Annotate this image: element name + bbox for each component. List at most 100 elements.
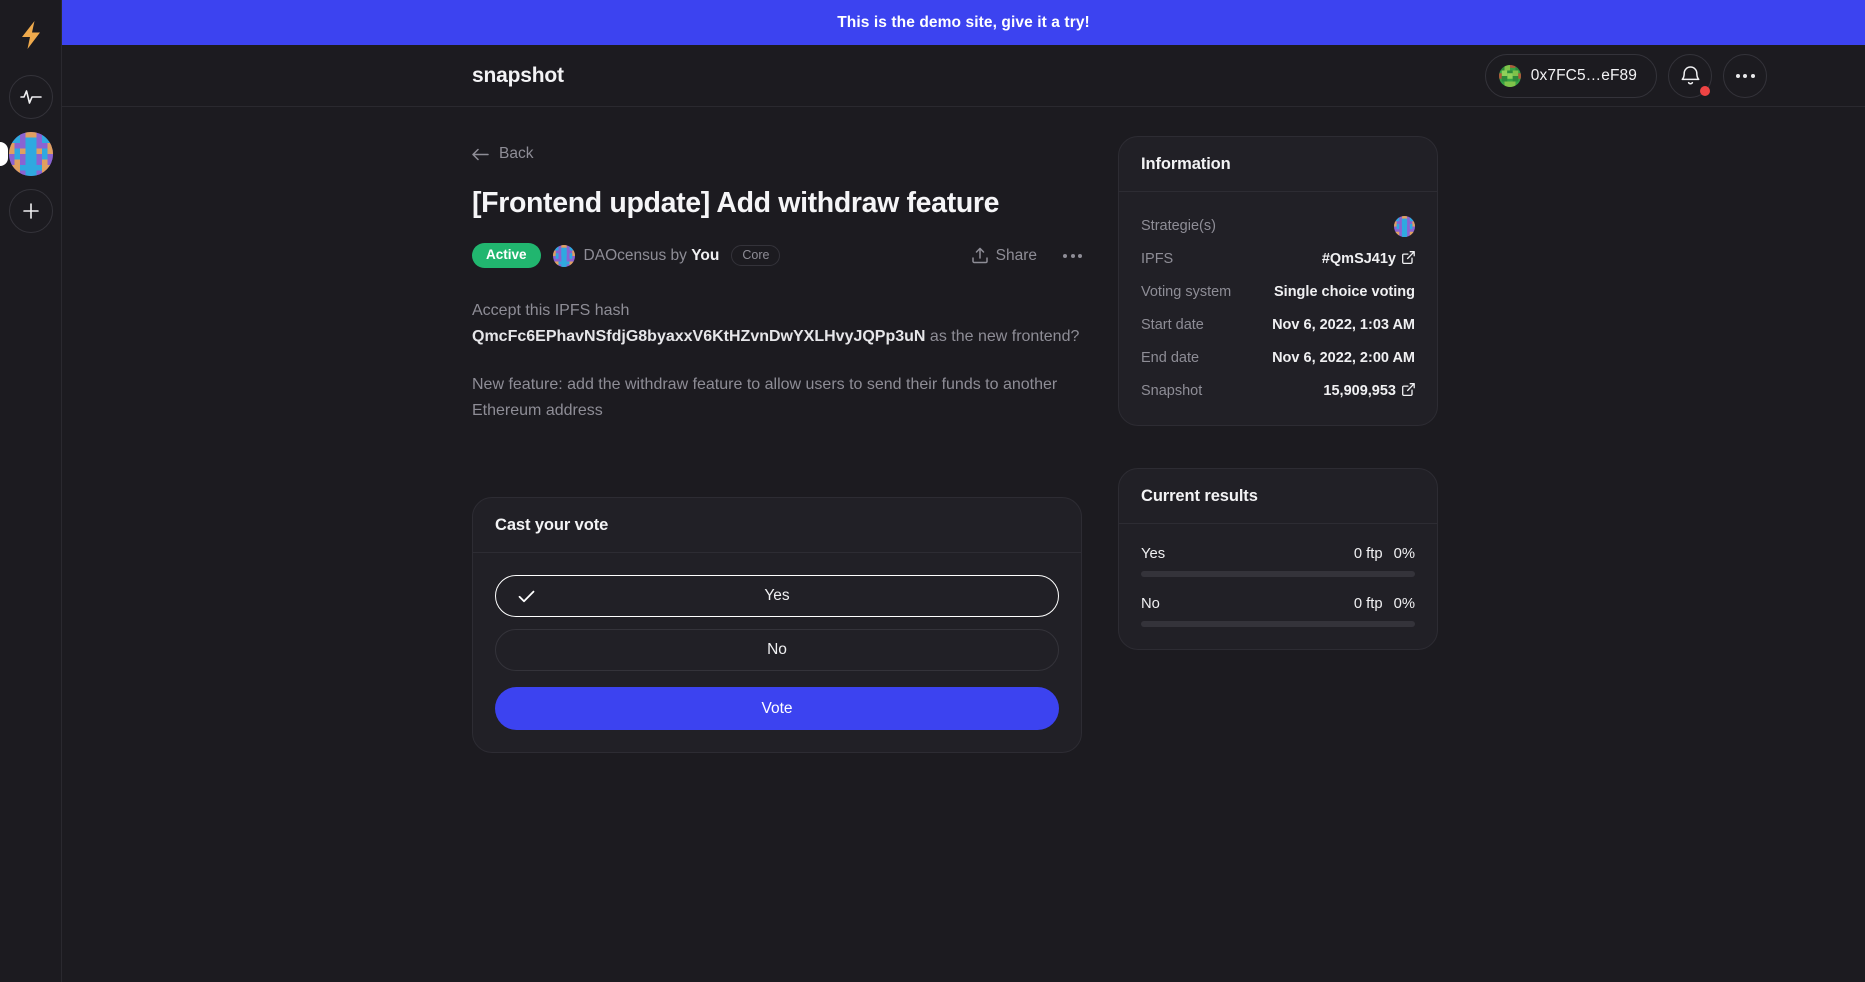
proposal-column: Back [Frontend update] Add withdraw feat… xyxy=(472,107,1082,754)
info-key-end-date: End date xyxy=(1141,350,1200,366)
vote-choice-no[interactable]: No xyxy=(495,629,1059,672)
proposal-more-button[interactable] xyxy=(1063,253,1082,258)
result-score-yes: 0 ftp xyxy=(1353,546,1383,562)
result-name-no: No xyxy=(1141,596,1160,612)
result-nums-yes: 0 ftp 0% xyxy=(1354,546,1415,562)
back-label: Back xyxy=(499,145,534,162)
proposal-meta-row: Active DAOcensus by You Core Share xyxy=(472,243,1082,268)
result-percent-no: 0% xyxy=(1393,596,1415,612)
result-item-yes: Yes 0 ftp 0% xyxy=(1141,546,1415,577)
topbar: snapshot 0x7FC5…eF89 xyxy=(62,45,1865,107)
author-role-badge[interactable]: Core xyxy=(731,244,781,267)
proposal-body-paragraph-1: Accept this IPFS hash QmcFc6EPhavNSfdjG8… xyxy=(472,298,1082,350)
info-value-strategies[interactable] xyxy=(1394,215,1415,237)
author-avatar xyxy=(552,244,575,267)
lightning-bolt-icon xyxy=(19,20,43,50)
bell-icon xyxy=(1681,65,1700,86)
result-nums-no: 0 ftp 0% xyxy=(1354,596,1415,612)
vote-choice-yes-label: Yes xyxy=(764,587,790,605)
page-content: Back [Frontend update] Add withdraw feat… xyxy=(62,107,1865,982)
info-row-strategies: Strategie(s) xyxy=(1141,214,1415,238)
info-value-start-date: Nov 6, 2022, 1:03 AM xyxy=(1272,317,1415,333)
proposal-body-paragraph-2: New feature: add the withdraw feature to… xyxy=(472,375,1058,420)
snapshot-logo-button[interactable] xyxy=(0,8,62,62)
information-card: Information Strategie(s) IPFS #QmSJ41y V… xyxy=(1118,136,1438,426)
sidebar-item-daocensus[interactable] xyxy=(0,132,53,176)
vote-choice-yes[interactable]: Yes xyxy=(495,575,1059,618)
more-horizontal-icon xyxy=(1735,73,1755,78)
back-button[interactable]: Back xyxy=(472,145,533,163)
notifications-button[interactable] xyxy=(1668,53,1712,98)
share-upload-icon xyxy=(971,247,988,264)
author-block[interactable]: DAOcensus by You xyxy=(552,244,720,267)
account-address: 0x7FC5…eF89 xyxy=(1530,66,1637,84)
topbar-more-button[interactable] xyxy=(1723,53,1767,98)
external-link-icon xyxy=(1402,382,1415,400)
vote-submit-button[interactable]: Vote xyxy=(495,687,1059,731)
arrow-left-icon xyxy=(472,148,489,161)
information-body: Strategie(s) IPFS #QmSJ41y Voting system… xyxy=(1119,192,1437,425)
status-badge[interactable]: Active xyxy=(472,243,541,268)
cast-vote-title: Cast your vote xyxy=(473,498,1081,554)
jazzicon-avatar xyxy=(1498,64,1521,87)
cast-vote-body: Yes No Vote xyxy=(473,553,1081,752)
sidebar-column: Information Strategie(s) IPFS #QmSJ41y V… xyxy=(1118,107,1438,753)
author-label: DAOcensus by You xyxy=(584,247,720,265)
author-name: You xyxy=(691,246,720,264)
result-bar-no xyxy=(1141,621,1415,627)
result-percent-yes: 0% xyxy=(1393,546,1415,562)
info-value-voting-system: Single choice voting xyxy=(1274,284,1415,300)
info-value-snapshot-text: 15,909,953 xyxy=(1323,383,1396,399)
current-results-body: Yes 0 ftp 0% No 0 ftp 0% xyxy=(1119,524,1437,649)
brand-title[interactable]: snapshot xyxy=(472,64,564,88)
info-row-ipfs: IPFS #QmSJ41y xyxy=(1141,247,1415,271)
cast-vote-card: Cast your vote Yes No Vote xyxy=(472,497,1082,754)
result-score-no: 0 ftp xyxy=(1353,596,1383,612)
page-title: [Frontend update] Add withdraw feature xyxy=(472,187,1000,219)
share-label: Share xyxy=(995,246,1037,264)
information-table: Strategie(s) IPFS #QmSJ41y Voting system… xyxy=(1141,214,1415,403)
information-title: Information xyxy=(1119,137,1437,192)
author-by: by xyxy=(670,246,687,264)
plus-icon xyxy=(22,202,40,220)
body-line1-prefix: Accept this IPFS hash xyxy=(472,301,630,319)
account-button[interactable]: 0x7FC5…eF89 xyxy=(1484,53,1657,98)
result-name-yes: Yes xyxy=(1141,546,1166,562)
notification-unread-dot xyxy=(1700,85,1710,96)
sidebar-item-timeline[interactable] xyxy=(8,75,53,119)
info-row-voting-system: Voting system Single choice voting xyxy=(1141,280,1415,304)
info-key-voting-system: Voting system xyxy=(1141,284,1232,300)
info-row-snapshot: Snapshot 15,909,953 xyxy=(1141,379,1415,403)
info-value-end-date: Nov 6, 2022, 2:00 AM xyxy=(1272,350,1415,366)
current-results-title: Current results xyxy=(1119,469,1437,524)
share-button[interactable]: Share xyxy=(971,246,1037,265)
topbar-actions: 0x7FC5…eF89 xyxy=(1484,53,1767,98)
info-key-strategies: Strategie(s) xyxy=(1141,218,1216,234)
demo-banner-text: This is the demo site, give it a try! xyxy=(837,13,1090,31)
proposal-body: Accept this IPFS hash QmcFc6EPhavNSfdjG8… xyxy=(472,298,1082,424)
right-region: This is the demo site, give it a try! sn… xyxy=(62,0,1865,982)
app-root: This is the demo site, give it a try! sn… xyxy=(0,0,1865,982)
current-results-card: Current results Yes 0 ftp 0% No 0 ftp 0% xyxy=(1118,468,1438,650)
info-key-start-date: Start date xyxy=(1141,317,1204,333)
result-bar-yes xyxy=(1141,571,1415,577)
info-row-end-date: End date Nov 6, 2022, 2:00 AM xyxy=(1141,346,1415,370)
info-key-ipfs: IPFS xyxy=(1141,251,1174,267)
info-value-snapshot[interactable]: 15,909,953 xyxy=(1323,382,1415,400)
body-line1-suffix: as the new frontend? xyxy=(925,327,1080,345)
left-rail xyxy=(0,0,62,982)
activity-pulse-icon xyxy=(19,89,42,105)
dao-avatar-icon xyxy=(8,132,53,176)
active-indicator xyxy=(0,142,8,166)
info-value-ipfs[interactable]: #QmSJ41y xyxy=(1322,250,1415,268)
strategy-avatar-icon[interactable] xyxy=(1394,215,1415,237)
demo-banner: This is the demo site, give it a try! xyxy=(62,0,1865,45)
external-link-icon xyxy=(1402,250,1415,268)
vote-choice-no-label: No xyxy=(767,641,787,659)
sidebar-item-add-space[interactable] xyxy=(8,189,53,233)
check-icon xyxy=(518,590,535,603)
ipfs-hash-value: QmcFc6EPhavNSfdjG8byaxxV6KtHZvnDwYXLHvyJ… xyxy=(472,327,926,345)
info-key-snapshot: Snapshot xyxy=(1141,383,1203,399)
result-item-no: No 0 ftp 0% xyxy=(1141,596,1415,627)
author-space: DAOcensus xyxy=(583,246,667,264)
